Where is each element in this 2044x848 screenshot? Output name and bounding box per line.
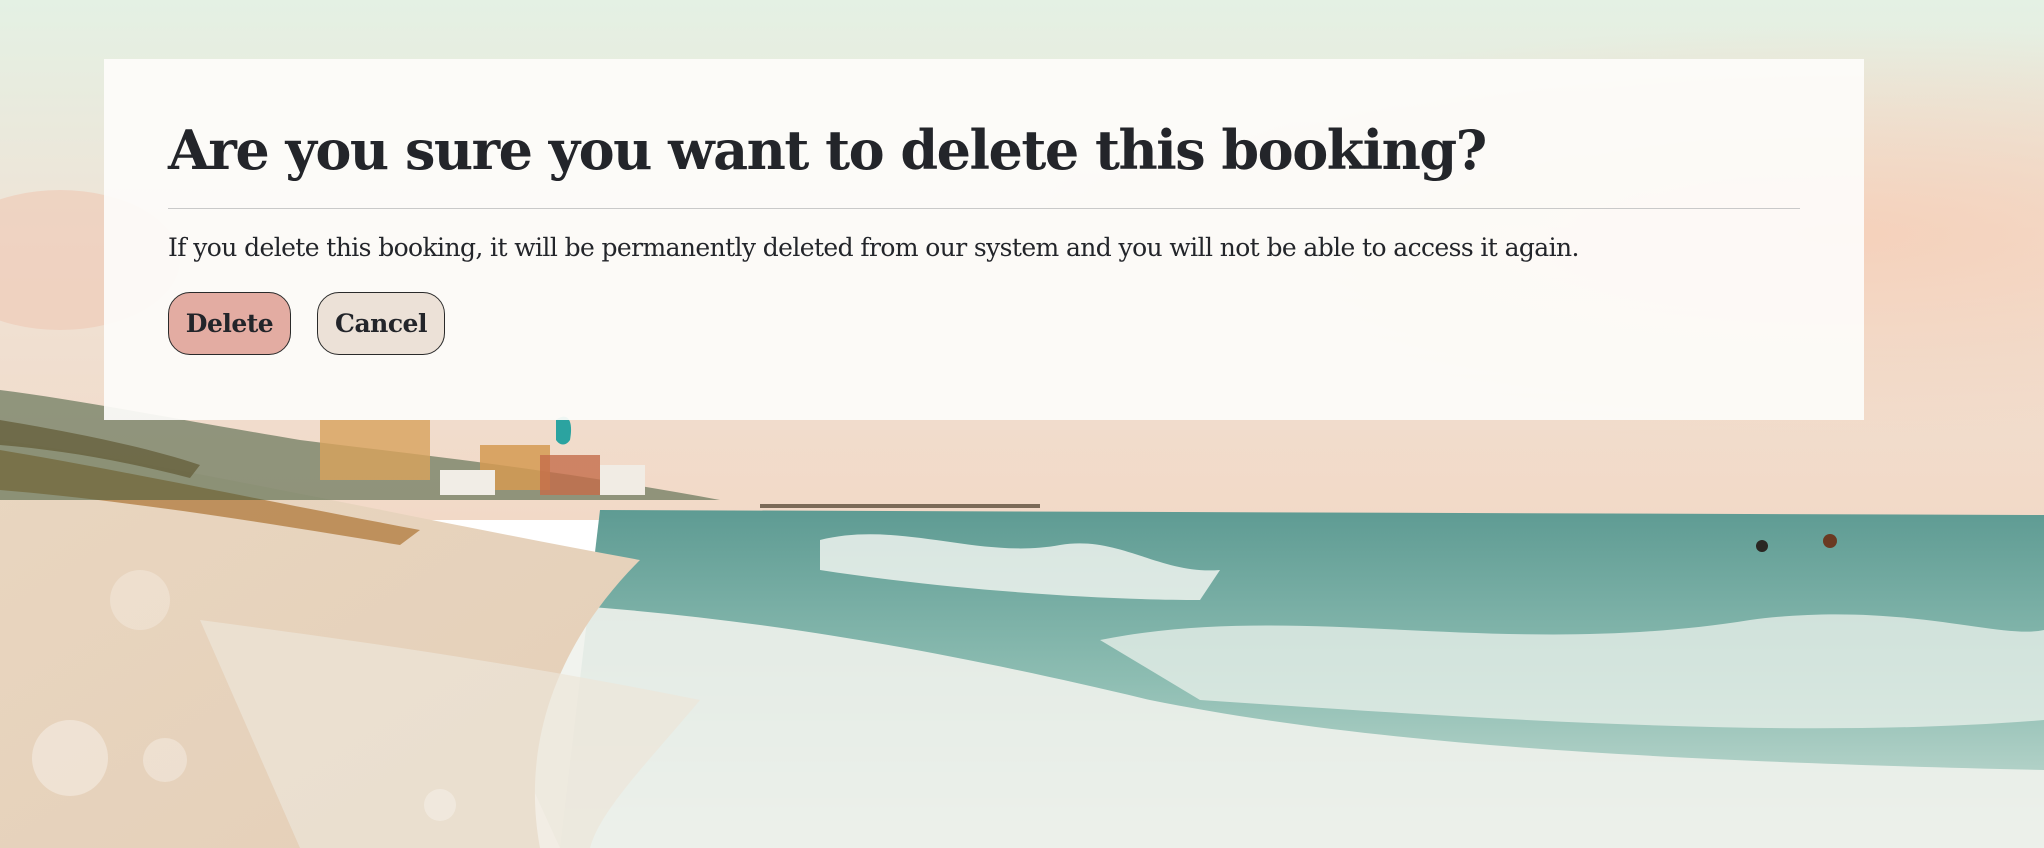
dialog-title: Are you sure you want to delete this boo… xyxy=(168,118,1487,182)
delete-button[interactable]: Delete xyxy=(168,292,291,355)
dialog-message: If you delete this booking, it will be p… xyxy=(168,233,1579,262)
delete-booking-dialog: Are you sure you want to delete this boo… xyxy=(104,59,1864,420)
cancel-button[interactable]: Cancel xyxy=(317,292,445,355)
divider xyxy=(168,208,1800,209)
